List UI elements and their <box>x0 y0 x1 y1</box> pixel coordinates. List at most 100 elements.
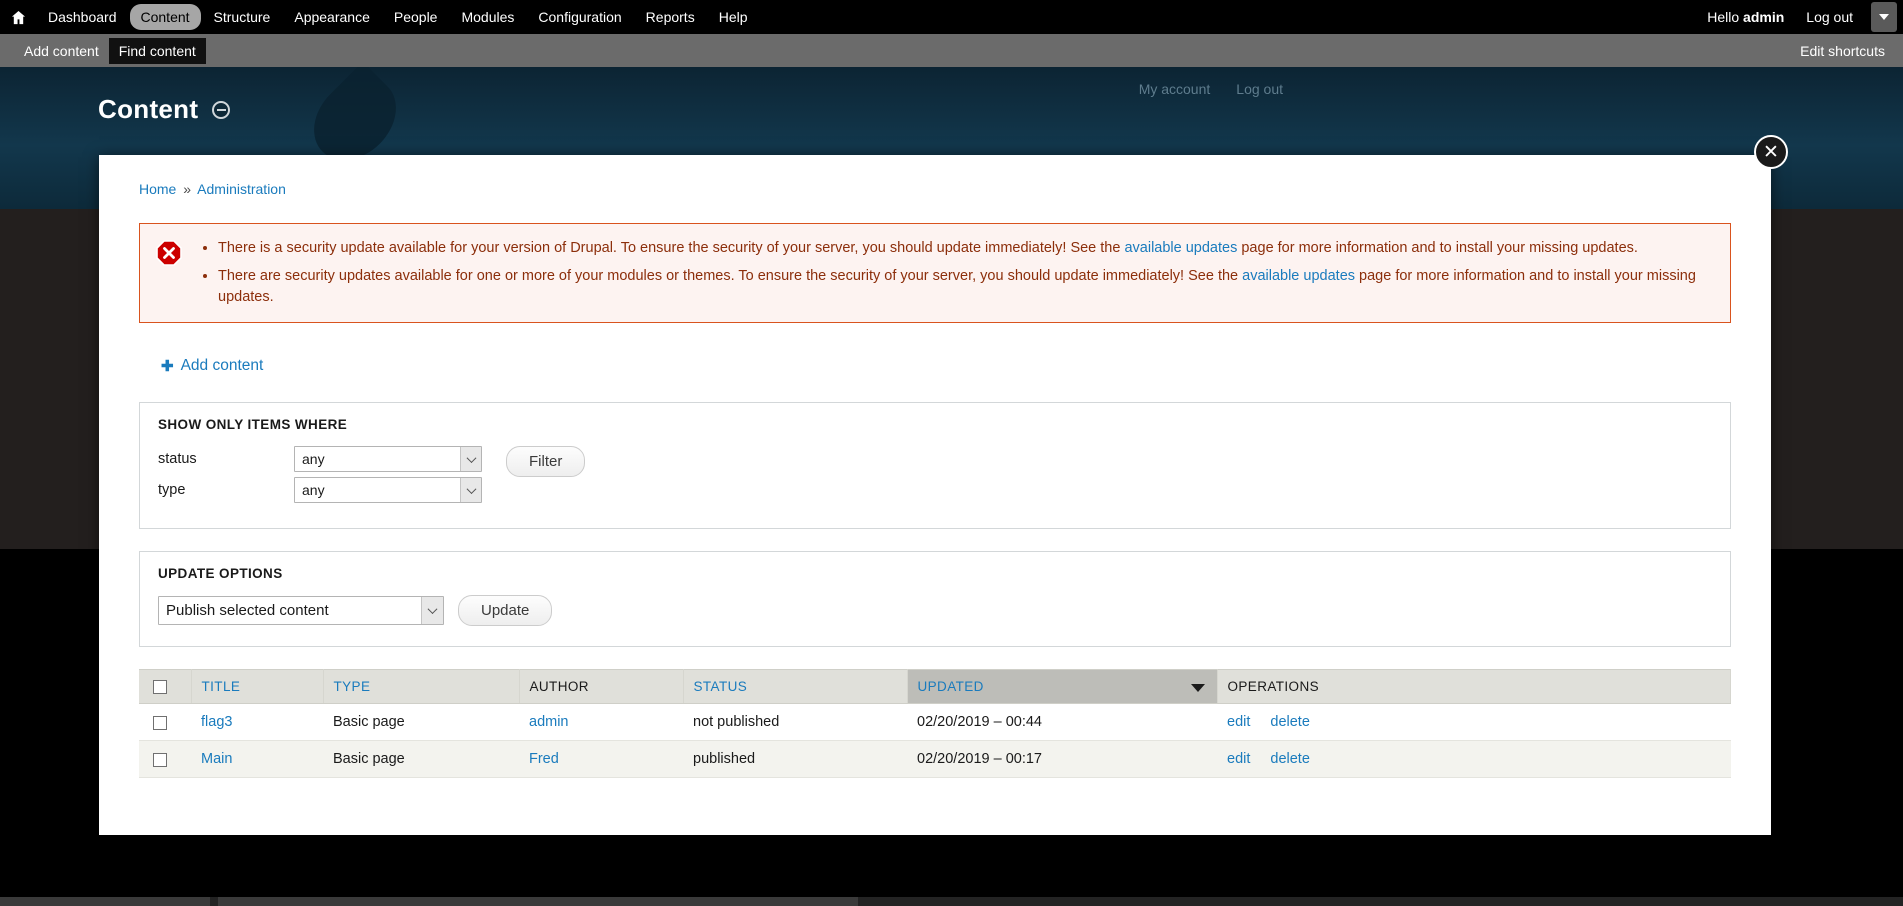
triangle-down-icon <box>1190 683 1205 692</box>
cell-operations: edit delete <box>1217 703 1731 742</box>
toolbar-user-area: Hello admin Log out <box>1707 0 1903 34</box>
table-row: flag3 Basic page admin not published 02/… <box>139 703 1731 742</box>
content-table-body: flag3 Basic page admin not published 02/… <box>139 703 1731 779</box>
content-table: Title Type Author Status Updated Operati… <box>139 668 1731 779</box>
cell-status: published <box>683 740 907 779</box>
toolbar-item-configuration[interactable]: Configuration <box>527 4 632 30</box>
chevron-down-icon <box>1879 14 1889 20</box>
breadcrumb: Home » Administration <box>139 181 1731 197</box>
cell-type: Basic page <box>323 740 519 779</box>
toolbar-menu: Dashboard Content Structure Appearance P… <box>0 0 760 34</box>
toolbar-item-people[interactable]: People <box>383 4 449 30</box>
edit-link[interactable]: edit <box>1227 714 1250 730</box>
status-select-wrap: any <box>294 446 482 472</box>
edit-shortcuts-link[interactable]: Edit shortcuts <box>1800 43 1885 59</box>
toolbar-item-reports[interactable]: Reports <box>635 4 706 30</box>
toolbar-item-content[interactable]: Content <box>129 4 201 30</box>
update-action-select[interactable]: Publish selected content <box>158 596 444 625</box>
th-updated-label: Updated <box>917 679 984 695</box>
th-updated[interactable]: Updated <box>907 668 1218 705</box>
content-title-link[interactable]: flag3 <box>201 714 232 730</box>
update-button[interactable]: Update <box>458 595 553 626</box>
filter-panel: Show only items where status any type <box>139 402 1731 529</box>
shortcut-drawer: Add content Find content Edit shortcuts <box>0 34 1903 67</box>
close-icon[interactable]: ✕ <box>1754 135 1788 169</box>
filter-panel-legend: Show only items where <box>158 417 348 432</box>
available-updates-link[interactable]: available updates <box>1242 268 1355 284</box>
breadcrumb-administration[interactable]: Administration <box>197 181 286 197</box>
minus-glyph <box>216 108 226 111</box>
type-select[interactable]: any <box>294 477 482 503</box>
th-author: Author <box>519 668 684 705</box>
page-title: Content <box>98 94 199 124</box>
th-select-all <box>139 668 192 705</box>
user-name: admin <box>1743 9 1785 25</box>
update-options-panel: Update options Publish selected content … <box>139 551 1731 647</box>
type-select-wrap: any <box>294 477 482 503</box>
toolbar-item-structure[interactable]: Structure <box>203 4 282 30</box>
edit-link[interactable]: edit <box>1227 751 1250 767</box>
page-title-area: Content <box>98 94 231 125</box>
error-message-item: There is a security update available for… <box>218 238 1714 259</box>
drawer-toggle-button[interactable] <box>1871 2 1897 32</box>
logout-link[interactable]: Log out <box>1806 9 1853 25</box>
bottom-strip <box>0 897 1903 906</box>
toolbar-item-help[interactable]: Help <box>708 4 759 30</box>
shortcut-find-content[interactable]: Find content <box>108 37 206 64</box>
error-text-after: page for more information and to install… <box>1237 240 1638 256</box>
error-message-list: There is a security update available for… <box>196 238 1714 308</box>
th-status[interactable]: Status <box>683 668 908 705</box>
filter-button[interactable]: Filter <box>506 446 586 477</box>
cell-author: admin <box>519 703 683 742</box>
error-octagon-icon <box>156 240 182 308</box>
update-panel-legend: Update options <box>158 566 283 581</box>
add-content-label: Add content <box>180 357 264 374</box>
filter-rows: status any type any <box>158 446 482 508</box>
toolbar-item-appearance[interactable]: Appearance <box>283 4 381 30</box>
header-logout-link[interactable]: Log out <box>1236 81 1283 97</box>
error-text-before: There are security updates available for… <box>218 268 1243 284</box>
author-link[interactable]: admin <box>529 714 569 730</box>
available-updates-link[interactable]: available updates <box>1124 240 1237 256</box>
filter-row-type: type any <box>158 477 482 503</box>
delete-link[interactable]: delete <box>1270 751 1310 767</box>
add-content-link[interactable]: ✚ Add content <box>161 357 263 375</box>
delete-link[interactable]: delete <box>1270 714 1310 730</box>
cell-status: not published <box>683 703 907 742</box>
th-title[interactable]: Title <box>191 668 324 705</box>
plus-icon: ✚ <box>161 358 174 375</box>
select-all-checkbox[interactable] <box>153 680 167 695</box>
minus-circle-icon[interactable] <box>212 100 231 119</box>
toolbar-item-dashboard[interactable]: Dashboard <box>37 4 128 30</box>
cell-operations: edit delete <box>1217 740 1731 779</box>
row-checkbox[interactable] <box>153 715 167 730</box>
row-checkbox[interactable] <box>153 752 167 767</box>
content-title-link[interactable]: Main <box>201 751 232 767</box>
shortcut-add-content[interactable]: Add content <box>14 38 109 64</box>
table-header-row: Title Type Author Status Updated Operati… <box>139 668 1731 705</box>
header-user-links: My account Log out <box>1139 81 1283 97</box>
admin-toolbar: Dashboard Content Structure Appearance P… <box>0 0 1903 34</box>
th-operations: Operations <box>1217 668 1731 705</box>
th-type[interactable]: Type <box>323 668 520 705</box>
toolbar-item-modules[interactable]: Modules <box>450 4 525 30</box>
cell-title: Main <box>191 740 323 779</box>
my-account-link[interactable]: My account <box>1139 81 1211 97</box>
cell-type: Basic page <box>323 703 519 742</box>
table-row: Main Basic page Fred published 02/20/201… <box>139 740 1731 779</box>
cell-author: Fred <box>519 740 683 779</box>
row-select-cell <box>139 740 191 779</box>
author-link[interactable]: Fred <box>529 751 559 767</box>
filter-label-status: status <box>158 451 197 467</box>
breadcrumb-home[interactable]: Home <box>139 181 176 197</box>
home-icon[interactable] <box>0 0 36 34</box>
content-table-head: Title Type Author Status Updated Operati… <box>139 668 1731 705</box>
error-message-box: There is a security update available for… <box>139 223 1731 323</box>
user-greeting: Hello admin <box>1707 9 1785 25</box>
breadcrumb-separator: » <box>183 181 192 197</box>
status-select[interactable]: any <box>294 446 482 472</box>
filter-label-type: type <box>158 482 186 498</box>
update-action-select-wrap: Publish selected content <box>158 596 444 625</box>
cell-title: flag3 <box>191 703 323 742</box>
error-text-before: There is a security update available for… <box>218 240 1125 256</box>
